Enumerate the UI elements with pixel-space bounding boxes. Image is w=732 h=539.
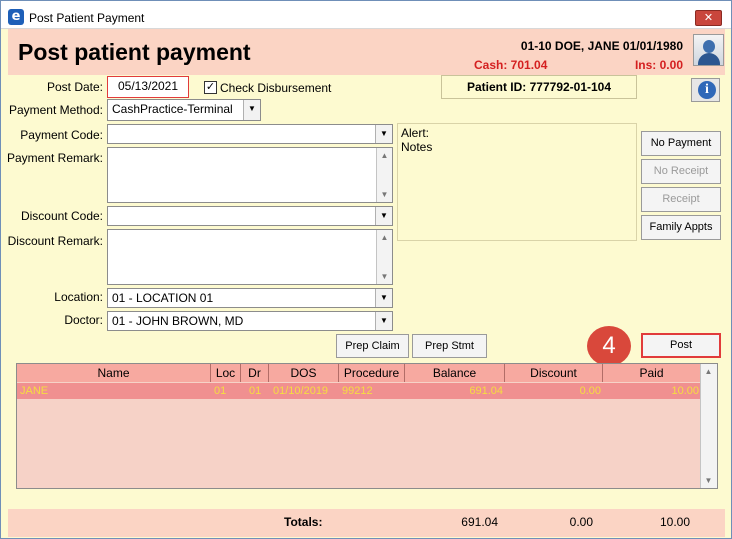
notes-label: Notes [401, 140, 433, 154]
post-button[interactable]: Post [641, 333, 721, 358]
cell-balance: 691.04 [469, 385, 503, 397]
column-header-procedure[interactable]: Procedure [339, 364, 405, 382]
cell-discount: 0.00 [579, 385, 601, 397]
cash-balance: Cash: 701.04 [474, 58, 548, 72]
scroll-up-icon[interactable]: ▲ [377, 148, 392, 163]
avatar-head [703, 40, 715, 53]
scroll-down-icon[interactable]: ▼ [701, 473, 716, 488]
payment-method-select[interactable]: CashPractice-Terminal ▼ [107, 99, 261, 121]
discount-remark-label: Discount Remark: [7, 234, 103, 248]
receipt-button[interactable]: Receipt [641, 187, 721, 212]
payment-remark-textarea[interactable]: ▲ ▼ [107, 147, 393, 203]
prep-claim-button[interactable]: Prep Claim [336, 334, 409, 358]
column-header-paid[interactable]: Paid [603, 364, 701, 382]
payment-method-value: CashPractice-Terminal [112, 102, 233, 116]
location-select[interactable]: 01 - LOCATION 01 ▼ [107, 288, 393, 308]
post-date-label: Post Date: [46, 80, 103, 94]
grid-header: Name Loc Dr DOS Procedure Balance Discou… [17, 364, 701, 382]
column-header-name[interactable]: Name [17, 364, 211, 382]
doctor-label: Doctor: [64, 313, 103, 327]
alert-notes-panel: Alert: Notes [397, 123, 637, 241]
patient-header: Post patient payment 01-10 DOE, JANE 01/… [8, 29, 725, 75]
scroll-up-icon[interactable]: ▲ [701, 364, 716, 379]
patient-id: Patient ID: 777792-01-104 [441, 75, 637, 99]
column-header-dr[interactable]: Dr [241, 364, 269, 382]
totals-bar: Totals: 691.04 0.00 10.00 [8, 509, 725, 537]
table-row[interactable]: JANE 01 01 01/10/2019 99212 691.04 0.00 … [17, 383, 701, 399]
step-badge: 4 [587, 326, 631, 366]
cell-loc: 01 [214, 385, 227, 397]
doctor-select[interactable]: 01 - JOHN BROWN, MD ▼ [107, 311, 393, 331]
location-label: Location: [54, 290, 103, 304]
chevron-down-icon[interactable]: ▼ [375, 289, 392, 307]
payment-remark-label: Payment Remark: [6, 151, 103, 165]
info-icon: i [698, 81, 716, 99]
payment-code-label: Payment Code: [20, 128, 103, 142]
chevron-down-icon[interactable]: ▼ [375, 207, 392, 225]
column-header-loc[interactable]: Loc [211, 364, 241, 382]
post-date-input[interactable]: 05/13/2021 [107, 76, 189, 98]
check-disbursement-checkbox[interactable]: ✓ [204, 81, 217, 94]
app-logo-icon: e [8, 9, 24, 25]
column-header-dos[interactable]: DOS [269, 364, 339, 382]
page-title: Post patient payment [18, 39, 251, 65]
chevron-down-icon[interactable]: ▼ [243, 100, 260, 120]
scroll-down-icon[interactable]: ▼ [377, 187, 392, 202]
post-patient-payment-window: e Post Patient Payment ✕ Post patient pa… [0, 0, 732, 539]
no-receipt-button[interactable]: No Receipt [641, 159, 721, 184]
check-disbursement-label: Check Disbursement [220, 81, 332, 95]
column-header-balance[interactable]: Balance [405, 364, 505, 382]
total-balance: 691.04 [461, 515, 498, 529]
no-payment-button[interactable]: No Payment [641, 131, 721, 156]
column-header-discount[interactable]: Discount [505, 364, 603, 382]
total-paid: 10.00 [659, 515, 690, 529]
insurance-balance: Ins: 0.00 [634, 58, 683, 72]
cell-name: JANE [20, 385, 49, 397]
cell-paid: 10.00 [671, 385, 699, 397]
alert-label: Alert: [401, 126, 430, 140]
cell-dr: 01 [249, 385, 262, 397]
payment-grid: Name Loc Dr DOS Procedure Balance Discou… [16, 363, 718, 489]
totals-label: Totals: [284, 515, 323, 529]
doctor-value: 01 - JOHN BROWN, MD [112, 314, 244, 328]
info-button[interactable]: i [691, 78, 720, 102]
scroll-down-icon[interactable]: ▼ [377, 269, 392, 284]
payment-method-label: Payment Method: [8, 103, 103, 117]
discount-remark-textarea[interactable]: ▲ ▼ [107, 229, 393, 285]
cell-dos: 01/10/2019 [273, 385, 329, 397]
discount-code-select[interactable]: ▼ [107, 206, 393, 226]
total-discount: 0.00 [569, 515, 593, 529]
prep-stmt-button[interactable]: Prep Stmt [412, 334, 487, 358]
discount-code-label: Discount Code: [20, 209, 103, 223]
patient-summary: 01-10 DOE, JANE 01/01/1980 [520, 39, 683, 53]
chevron-down-icon[interactable]: ▼ [375, 312, 392, 330]
title-bar: e Post Patient Payment ✕ [1, 1, 731, 29]
chevron-down-icon[interactable]: ▼ [375, 125, 392, 143]
location-value: 01 - LOCATION 01 [112, 291, 214, 305]
window-title: Post Patient Payment [29, 11, 145, 25]
close-button[interactable]: ✕ [695, 10, 722, 26]
patient-avatar-icon[interactable] [693, 34, 724, 66]
family-appts-button[interactable]: Family Appts [641, 215, 721, 240]
discount-remark-scrollbar[interactable]: ▲ ▼ [376, 230, 392, 284]
cell-procedure: 99212 [342, 385, 373, 397]
avatar-body [698, 53, 720, 65]
grid-scrollbar[interactable]: ▲ ▼ [700, 364, 717, 488]
payment-code-select[interactable]: ▼ [107, 124, 393, 144]
payment-remark-scrollbar[interactable]: ▲ ▼ [376, 148, 392, 202]
scroll-up-icon[interactable]: ▲ [377, 230, 392, 245]
